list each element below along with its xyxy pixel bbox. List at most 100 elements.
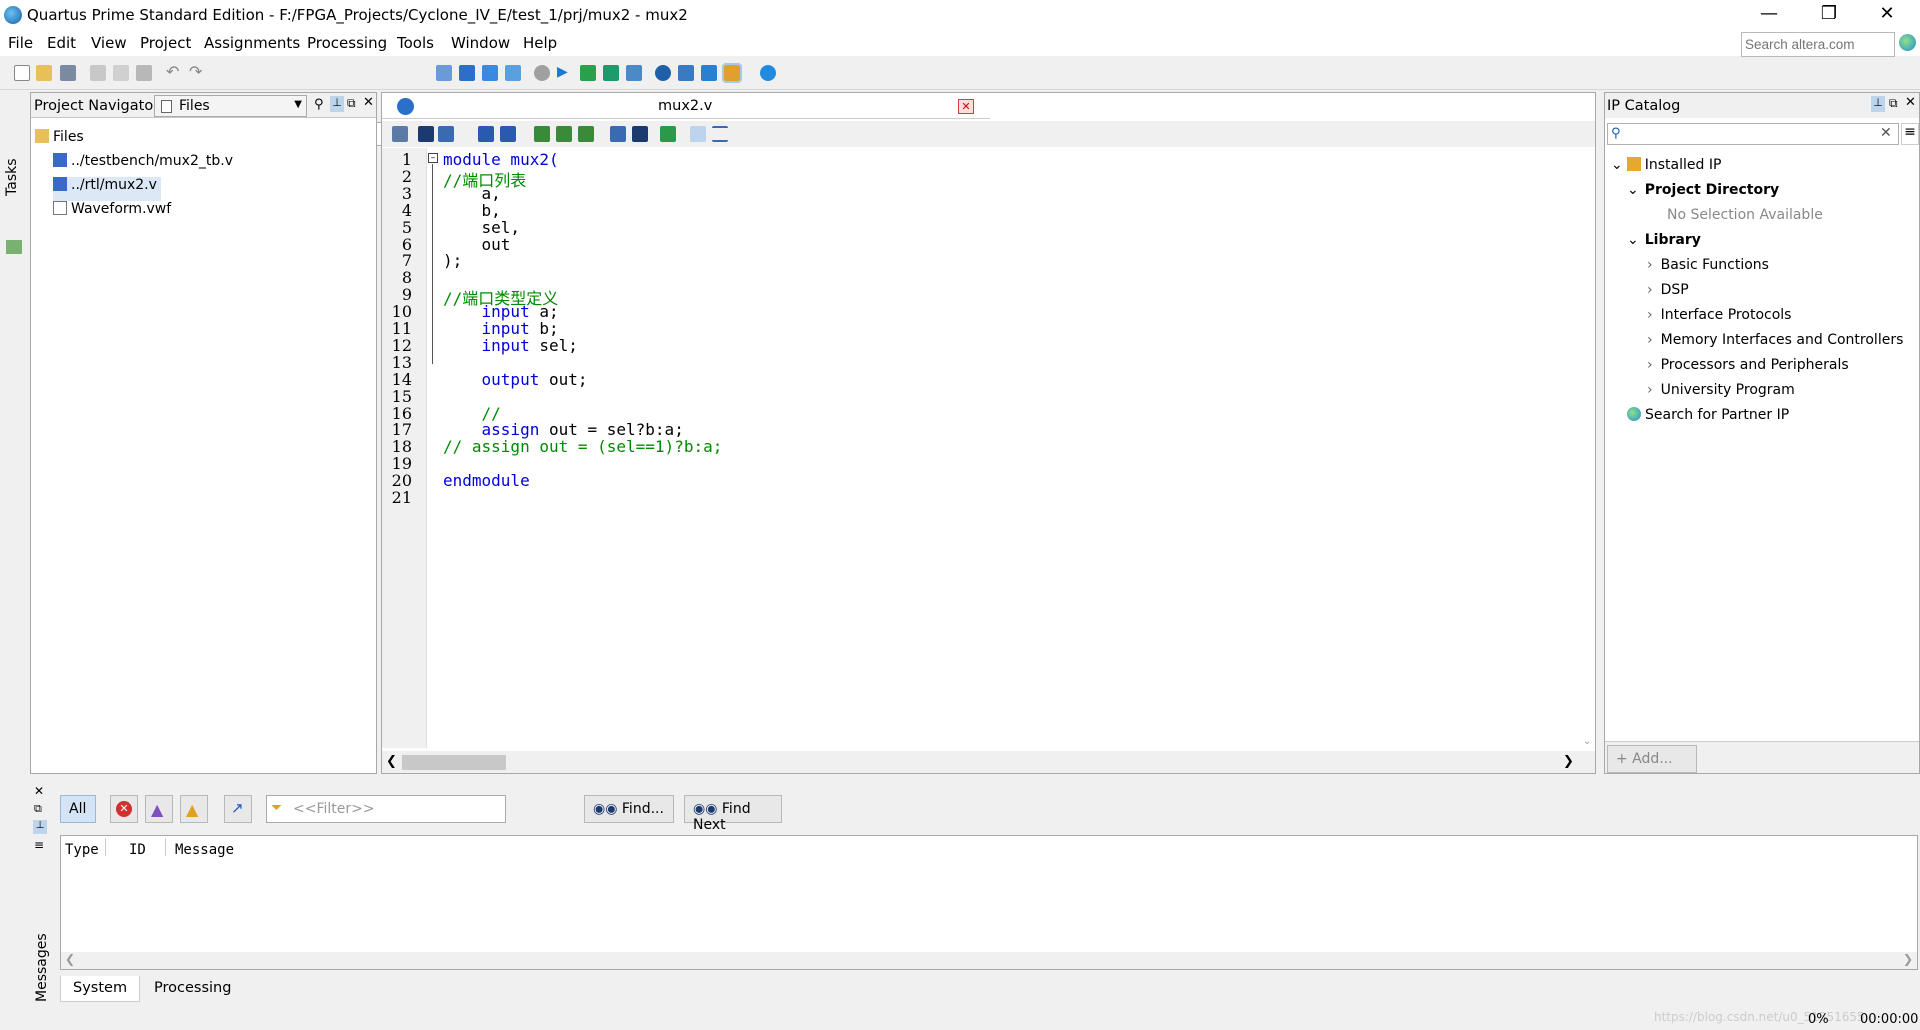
chip-planner-icon[interactable] [701,65,717,81]
timing-analyzer-icon[interactable] [580,65,596,81]
restore-button[interactable]: ❐ [1800,0,1858,30]
ip-tree-library-item[interactable]: › University Program [1647,382,1795,398]
close-window-button[interactable]: ✕ [1858,0,1916,30]
filter-critical-warning-button[interactable]: ▲ [145,795,173,823]
menu-window[interactable]: Window [451,34,510,52]
new-file-icon[interactable] [14,65,30,81]
close-tab-button[interactable]: ✕ [958,99,974,114]
find-button[interactable]: ◉◉ Find... [584,795,674,823]
prev-bookmark-icon[interactable] [578,126,594,142]
uncomment-icon[interactable] [632,126,648,142]
analysis-synthesis-icon[interactable] [505,65,521,81]
save-icon[interactable] [60,65,76,81]
float-window-icon[interactable]: ⧉ [1889,96,1898,111]
ip-tree-project-directory[interactable]: ⌄ Project Directory [1627,182,1779,198]
menu-lines-icon[interactable]: ≡ [1901,123,1919,145]
message-hscrollbar[interactable]: ❮ ❯ [61,952,1917,969]
tasks-tab[interactable]: Tasks [4,136,20,196]
code-area[interactable]: module mux2(//端口列表 a, b, sel, out);//端口类… [428,148,1588,748]
ip-tree-installed[interactable]: ⌄ Installed IP [1611,157,1721,173]
undo-icon[interactable]: ↶ [166,62,182,81]
start-compilation-icon[interactable]: ▶ [557,64,573,80]
column-type[interactable]: Type [65,842,99,858]
horizontal-scrollbar[interactable]: ❮ ❯ [382,751,1595,773]
filter-suppressed-button[interactable]: ↗ [224,795,252,823]
goto-line-icon[interactable] [438,126,454,142]
scroll-thumb[interactable] [402,755,506,770]
find-icon[interactable] [418,126,434,142]
indent-icon[interactable] [478,126,494,142]
find-next-button[interactable]: ◉◉ Find Next [684,795,782,833]
tree-item-file[interactable]: Waveform.vwf [53,201,171,225]
tree-item-file-selected[interactable]: ../rtl/mux2.v [53,177,161,201]
netlist-viewer-icon[interactable] [655,65,671,81]
menu-assignments[interactable]: Assignments [204,34,300,52]
pin-planner-icon[interactable] [678,65,694,81]
programmer-icon[interactable] [626,65,642,81]
tab-system[interactable]: System [60,976,140,1002]
search-icon[interactable]: ⚲ [314,97,324,112]
ip-tree-library-item[interactable]: › Memory Interfaces and Controllers [1647,332,1903,348]
clear-search-icon[interactable]: ✕ [1880,125,1892,141]
redo-icon[interactable]: ↷ [189,62,205,81]
ip-catalog-icon[interactable] [722,63,742,83]
filter-warning-button[interactable]: ▲ [180,795,208,823]
wrap-icon[interactable] [712,126,728,142]
message-filter-input[interactable]: ⏷ <<Filter>> [266,795,506,823]
pin-icon[interactable]: ⊥ [33,820,47,834]
ip-tree-library-item[interactable]: › Interface Protocols [1647,307,1791,323]
float-window-icon[interactable]: ⧉ [34,802,42,816]
float-window-icon[interactable]: ⧉ [347,96,356,111]
copy-icon[interactable] [113,65,129,81]
editor-tab[interactable]: mux2.v ✕ [382,93,990,119]
scroll-right-icon[interactable]: ❯ [1563,754,1574,769]
menu-view[interactable]: View [91,34,127,52]
message-list[interactable]: Type ID Message ❮ ❯ [60,835,1918,970]
close-panel-icon[interactable]: ✕ [363,95,374,110]
column-id[interactable]: ID [129,842,146,858]
ip-tree-library-item[interactable]: › DSP [1647,282,1689,298]
minimize-button[interactable]: — [1740,0,1798,30]
analysis-elaboration-icon[interactable] [482,65,498,81]
paste-icon[interactable] [136,65,152,81]
line-numbers-icon[interactable] [690,126,706,142]
assembler-icon[interactable] [603,65,619,81]
next-bookmark-icon[interactable] [556,126,572,142]
help-chat-icon[interactable] [760,65,776,81]
ip-tree-library-item[interactable]: › Processors and Peripherals [1647,357,1849,373]
messages-side-tab[interactable]: Messages [34,933,50,1002]
tree-root-files[interactable]: Files [35,129,84,153]
ip-tree-library-item[interactable]: › Basic Functions [1647,257,1769,273]
open-folder-icon[interactable] [36,65,52,81]
menu-project[interactable]: Project [140,34,191,52]
cut-icon[interactable] [90,65,106,81]
close-panel-icon[interactable]: ✕ [34,784,44,798]
menu-processing[interactable]: Processing [307,34,387,52]
pin-icon[interactable]: ⊥ [330,96,344,112]
edit-pin-icon[interactable] [436,65,452,81]
insert-template-icon[interactable] [660,126,676,142]
filter-all-button[interactable]: All [60,795,96,823]
tab-processing[interactable]: Processing [142,976,242,1002]
ip-tree-library[interactable]: ⌄ Library [1627,232,1701,248]
pin-icon[interactable]: ⊥ [1871,96,1885,112]
menu-edit[interactable]: Edit [47,34,76,52]
scroll-left-icon[interactable]: ❮ [65,952,75,966]
navigator-view-select[interactable]: Files ▼ [154,95,307,117]
editor-open-icon[interactable] [392,126,408,142]
ip-tree-partner[interactable]: Search for Partner IP [1627,407,1789,423]
search-input[interactable] [1741,32,1895,57]
vertical-scrollbar[interactable]: ⌄ [1582,148,1592,748]
filter-error-button[interactable]: ✕ [110,795,138,823]
menu-lines-icon[interactable]: ≡ [34,838,44,852]
compile-design-icon[interactable] [459,65,475,81]
add-ip-button[interactable]: + Add... [1607,745,1697,773]
stop-icon[interactable] [534,65,550,81]
scroll-down-icon[interactable]: ⌄ [1583,736,1591,747]
globe-icon[interactable] [1899,34,1916,51]
menu-help[interactable]: Help [523,34,557,52]
menu-file[interactable]: File [8,34,33,52]
unindent-icon[interactable] [500,126,516,142]
scroll-left-icon[interactable]: ❮ [386,754,397,769]
tree-item-file[interactable]: ../testbench/mux2_tb.v [53,153,233,177]
